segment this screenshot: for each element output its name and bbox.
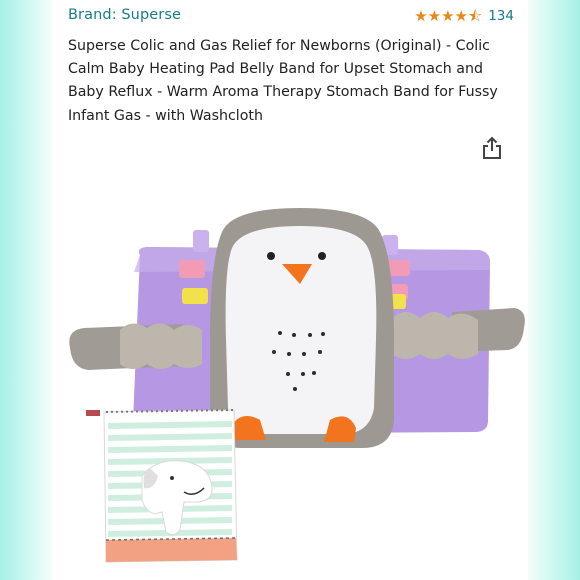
product-image[interactable] [62,200,532,570]
washcloth [86,409,238,563]
star-icon: ★ [427,7,442,25]
product-card: Brand: Superse ★ ★ ★ ★ ⯪ 134 Superse Col… [52,0,528,580]
penguin-pad [210,208,394,448]
star-icon: ★ [414,7,428,25]
rating-count[interactable]: 134 [488,8,514,24]
star-icon: ★ [454,7,468,25]
brand-link[interactable]: Brand: Superse [68,7,181,23]
rating[interactable]: ★ ★ ★ ★ ⯪ 134 [414,8,514,24]
star-icon: ★ [441,7,455,25]
product-title: Superse Colic and Gas Relief for Newborn… [68,38,498,124]
star-half-icon: ⯪ [468,7,483,25]
star-rating: ★ ★ ★ ★ ⯪ [414,8,482,24]
share-icon[interactable] [482,136,502,160]
